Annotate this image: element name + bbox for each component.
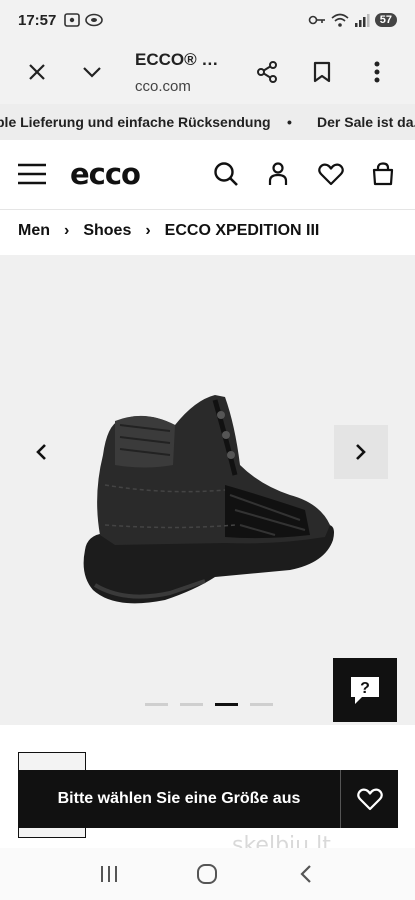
add-to-wishlist-button[interactable] — [340, 770, 398, 828]
car-icon — [85, 13, 104, 27]
site-header: ecco — [0, 140, 415, 210]
breadcrumb-men[interactable]: Men — [18, 222, 50, 240]
bag-icon — [372, 162, 394, 186]
gallery-next-button[interactable] — [334, 425, 388, 479]
screenshot-icon — [64, 13, 81, 27]
breadcrumb: Men › Shoes › ECCO XPEDITION III — [18, 222, 319, 240]
cart-button[interactable] — [363, 154, 403, 194]
status-right-icons: 57 — [308, 13, 397, 28]
share-button[interactable] — [247, 52, 287, 92]
recent-apps-icon — [101, 866, 118, 882]
wifi-icon — [331, 13, 349, 27]
gallery-prev-button[interactable] — [14, 425, 68, 479]
more-vert-icon — [374, 61, 380, 83]
overflow-menu-button[interactable] — [357, 52, 397, 92]
minimize-tab-button[interactable] — [72, 52, 112, 92]
promo-bullet: • — [287, 114, 292, 130]
status-bar: 17:57 57 — [0, 0, 415, 40]
back-button[interactable] — [286, 854, 326, 894]
back-icon — [300, 865, 311, 883]
status-time: 17:57 — [18, 11, 57, 29]
page-url[interactable]: cco.com — [135, 78, 191, 95]
promo-banner: ble Lieferung und einfache Rücksendung •… — [0, 104, 415, 140]
chevron-down-icon — [83, 67, 101, 78]
breadcrumb-shoes[interactable]: Shoes — [83, 222, 131, 240]
promo-text-left: ble Lieferung und einfache Rücksendung — [0, 114, 271, 130]
gallery-dot[interactable] — [180, 703, 203, 706]
breadcrumb-current-product: ECCO XPEDITION III — [164, 222, 320, 239]
chevron-right-icon — [356, 444, 366, 460]
breadcrumb-separator: › — [64, 222, 70, 239]
promo-text-right: Der Sale ist da. — [317, 114, 415, 130]
product-image-shoe — [83, 395, 334, 604]
close-icon — [29, 64, 45, 80]
status-notification-icons — [64, 13, 104, 27]
gallery-dot-active[interactable] — [215, 703, 238, 706]
close-tab-button[interactable] — [17, 52, 57, 92]
gallery-dot[interactable] — [145, 703, 168, 706]
home-button[interactable] — [187, 854, 227, 894]
help-chat-button[interactable]: ? — [333, 658, 397, 722]
heart-icon — [356, 787, 383, 810]
system-navigation-bar — [0, 848, 415, 900]
bookmark-button[interactable] — [302, 52, 342, 92]
help-chat-icon: ? — [351, 677, 379, 704]
signal-icon — [354, 14, 370, 27]
key-icon — [308, 15, 325, 25]
battery-indicator: 57 — [374, 13, 397, 27]
menu-button[interactable] — [12, 154, 52, 194]
menu-icon — [18, 163, 46, 185]
help-label: ? — [360, 680, 370, 697]
wishlist-button[interactable] — [311, 154, 351, 194]
product-image-gallery[interactable]: ? — [0, 255, 415, 725]
select-size-button[interactable]: Bitte wählen Sie eine Größe aus — [18, 770, 340, 828]
sticky-cta-bar: Bitte wählen Sie eine Größe aus — [18, 770, 398, 828]
account-icon — [268, 162, 288, 185]
search-icon — [214, 162, 238, 186]
page-title: ECCO® … — [135, 50, 219, 69]
browser-toolbar: ECCO® … cco.com — [0, 40, 415, 104]
recent-apps-button[interactable] — [89, 854, 129, 894]
bookmark-icon — [313, 61, 331, 83]
chevron-left-icon — [36, 444, 46, 460]
home-icon — [197, 864, 218, 884]
share-icon — [257, 61, 277, 83]
heart-icon — [318, 162, 344, 185]
gallery-pagination — [145, 703, 273, 706]
ecco-logo[interactable]: ecco — [70, 157, 141, 191]
search-button[interactable] — [206, 154, 246, 194]
account-button[interactable] — [258, 154, 298, 194]
breadcrumb-separator: › — [145, 222, 151, 239]
gallery-dot[interactable] — [250, 703, 273, 706]
